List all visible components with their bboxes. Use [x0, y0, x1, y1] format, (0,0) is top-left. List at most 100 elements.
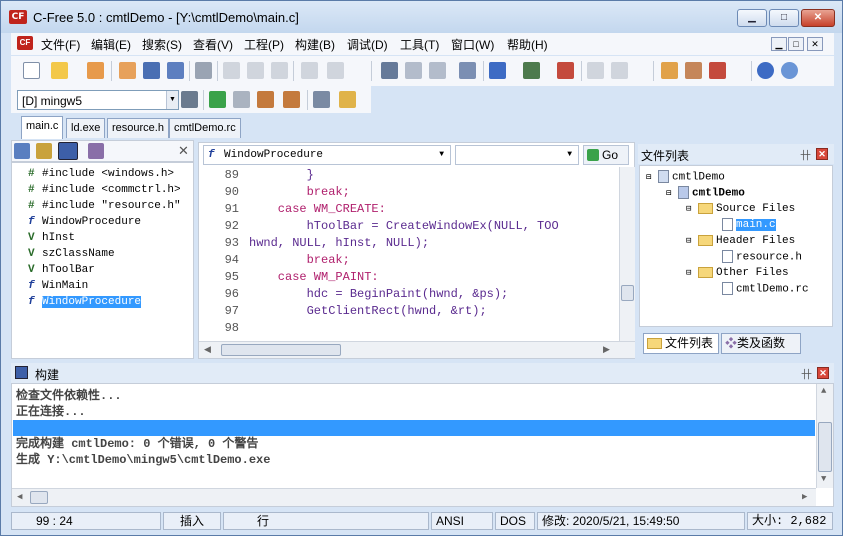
- chevron-down-icon[interactable]: ▼: [439, 146, 444, 164]
- pin-icon[interactable]: 卄: [801, 366, 812, 382]
- list-item[interactable]: # #include "resource.h": [28, 199, 181, 214]
- tree-node-project[interactable]: ⊟ cmtlDemo: [666, 186, 745, 201]
- collapse-icon[interactable]: ⊟: [686, 204, 691, 214]
- scroll-left-icon[interactable]: ◀: [17, 492, 22, 502]
- tab-classes[interactable]: ❖类及函数: [721, 333, 801, 354]
- close-file-icon[interactable]: [119, 62, 136, 79]
- open-project-icon[interactable]: [87, 62, 104, 79]
- menu-file[interactable]: 文件(F): [41, 36, 80, 53]
- tab-file-list[interactable]: 文件列表: [643, 333, 719, 354]
- run-icon[interactable]: [209, 91, 226, 108]
- code-text[interactable]: } break; case WM_CREATE: hToolBar = Crea…: [249, 167, 619, 341]
- scrollbar-thumb[interactable]: [621, 285, 634, 301]
- build-line-selected[interactable]: [13, 420, 815, 436]
- function-select[interactable]: f WindowProcedure ▼: [203, 145, 451, 165]
- chevron-down-icon[interactable]: ▼: [166, 91, 178, 109]
- highlight-icon[interactable]: [489, 62, 506, 79]
- list-item[interactable]: # #include <commctrl.h>: [28, 183, 181, 198]
- close-icon[interactable]: ✕: [816, 148, 828, 160]
- hand-icon[interactable]: [339, 91, 356, 108]
- bookmark-icon[interactable]: [557, 62, 574, 79]
- save-icon[interactable]: [143, 62, 160, 79]
- scroll-down-icon[interactable]: ▼: [821, 474, 826, 484]
- build-vertical-scrollbar[interactable]: ▲ ▼: [816, 384, 833, 488]
- find-in-files-icon[interactable]: [459, 62, 476, 79]
- menu-build[interactable]: 构建(B): [295, 36, 335, 53]
- save-all-icon[interactable]: [167, 62, 184, 79]
- mdi-minimize-button[interactable]: ▁: [771, 37, 787, 51]
- redo-icon[interactable]: [327, 62, 344, 79]
- help-icon[interactable]: [757, 62, 774, 79]
- collapse-icon[interactable]: ⊟: [686, 236, 691, 246]
- scroll-up-icon[interactable]: ▲: [821, 386, 826, 396]
- find-icon[interactable]: [381, 62, 398, 79]
- open-folder-icon[interactable]: [51, 62, 68, 79]
- sort-icon[interactable]: [14, 143, 30, 159]
- list-item[interactable]: VhToolBar: [28, 263, 95, 278]
- close-button[interactable]: ✕: [801, 9, 835, 27]
- window-list-icon[interactable]: [661, 62, 678, 79]
- menu-help[interactable]: 帮助(H): [507, 36, 548, 53]
- menu-view[interactable]: 查看(V): [193, 36, 233, 53]
- scope-select[interactable]: ▼: [455, 145, 579, 165]
- copy-icon[interactable]: [247, 62, 264, 79]
- tab-cmtldemo-rc[interactable]: cmtlDemo.rc: [169, 118, 241, 138]
- new-file-icon[interactable]: [23, 62, 40, 79]
- tree-node-file[interactable]: cmtlDemo.rc: [722, 282, 809, 297]
- maximize-button[interactable]: □: [769, 9, 799, 27]
- go-button[interactable]: Go: [583, 145, 629, 165]
- info-icon[interactable]: [781, 62, 798, 79]
- menu-tools[interactable]: 工具(T): [400, 36, 439, 53]
- document-menu-icon[interactable]: CF: [17, 36, 33, 50]
- scrollbar-thumb[interactable]: [221, 344, 341, 356]
- tree-node-file[interactable]: resource.h: [722, 250, 802, 265]
- list-item[interactable]: VhInst: [28, 231, 75, 246]
- collapse-icon[interactable]: ⊟: [666, 188, 671, 198]
- compiler-settings-icon[interactable]: [181, 91, 198, 108]
- stop-icon[interactable]: [233, 91, 250, 108]
- list-item[interactable]: # #include <windows.h>: [28, 167, 174, 182]
- find-prev-icon[interactable]: [429, 62, 446, 79]
- list-item[interactable]: f WinMain: [28, 279, 88, 294]
- print-icon[interactable]: [195, 62, 212, 79]
- tree-node-folder[interactable]: ⊟ Header Files: [686, 234, 795, 249]
- editor-horizontal-scrollbar[interactable]: ◀ ▶: [199, 341, 635, 358]
- tree-node-file[interactable]: main.c: [722, 218, 776, 233]
- close-icon[interactable]: ✕: [178, 143, 189, 159]
- paste-icon[interactable]: [271, 62, 288, 79]
- editor-vertical-scrollbar[interactable]: [619, 167, 635, 341]
- list-item-selected[interactable]: f WindowProcedure: [28, 295, 142, 310]
- menu-edit[interactable]: 编辑(E): [91, 36, 131, 53]
- scroll-right-icon[interactable]: ▶: [603, 344, 610, 355]
- forward-icon[interactable]: [611, 62, 628, 79]
- menu-search[interactable]: 搜索(S): [142, 36, 182, 53]
- compiler-select[interactable]: [D] mingw5 ▼: [17, 90, 179, 110]
- list-item[interactable]: VszClassName: [28, 247, 115, 262]
- tab-resource-h[interactable]: resource.h: [107, 118, 169, 138]
- mdi-restore-button[interactable]: □: [788, 37, 804, 51]
- back-icon[interactable]: [587, 62, 604, 79]
- tab-ld-exe[interactable]: ld.exe: [66, 118, 106, 138]
- tab-main-c[interactable]: main.c: [21, 116, 64, 139]
- collapse-icon[interactable]: ⊟: [646, 172, 651, 182]
- find-next-icon[interactable]: [405, 62, 422, 79]
- cut-icon[interactable]: [223, 62, 240, 79]
- pin-icon[interactable]: 卄: [800, 147, 811, 163]
- menu-project[interactable]: 工程(P): [244, 36, 284, 53]
- close-icon[interactable]: ✕: [817, 367, 829, 379]
- scrollbar-thumb[interactable]: [30, 491, 48, 504]
- menu-debug[interactable]: 调试(D): [347, 36, 388, 53]
- mdi-close-button[interactable]: ✕: [807, 37, 823, 51]
- compile-icon[interactable]: [257, 91, 274, 108]
- build-horizontal-scrollbar[interactable]: ◀ ▶: [12, 488, 816, 506]
- tree-node-folder[interactable]: ⊟ Source Files: [686, 202, 795, 217]
- tree-node-folder[interactable]: ⊟ Other Files: [686, 266, 789, 281]
- scrollbar-thumb[interactable]: [818, 422, 832, 472]
- menu-window[interactable]: 窗口(W): [451, 36, 494, 53]
- minimize-button[interactable]: ▁: [737, 9, 767, 27]
- build-icon[interactable]: [283, 91, 300, 108]
- close-window-icon[interactable]: [709, 62, 726, 79]
- tile-icon[interactable]: [685, 62, 702, 79]
- filter-icon[interactable]: [36, 143, 52, 159]
- scroll-right-icon[interactable]: ▶: [802, 492, 807, 502]
